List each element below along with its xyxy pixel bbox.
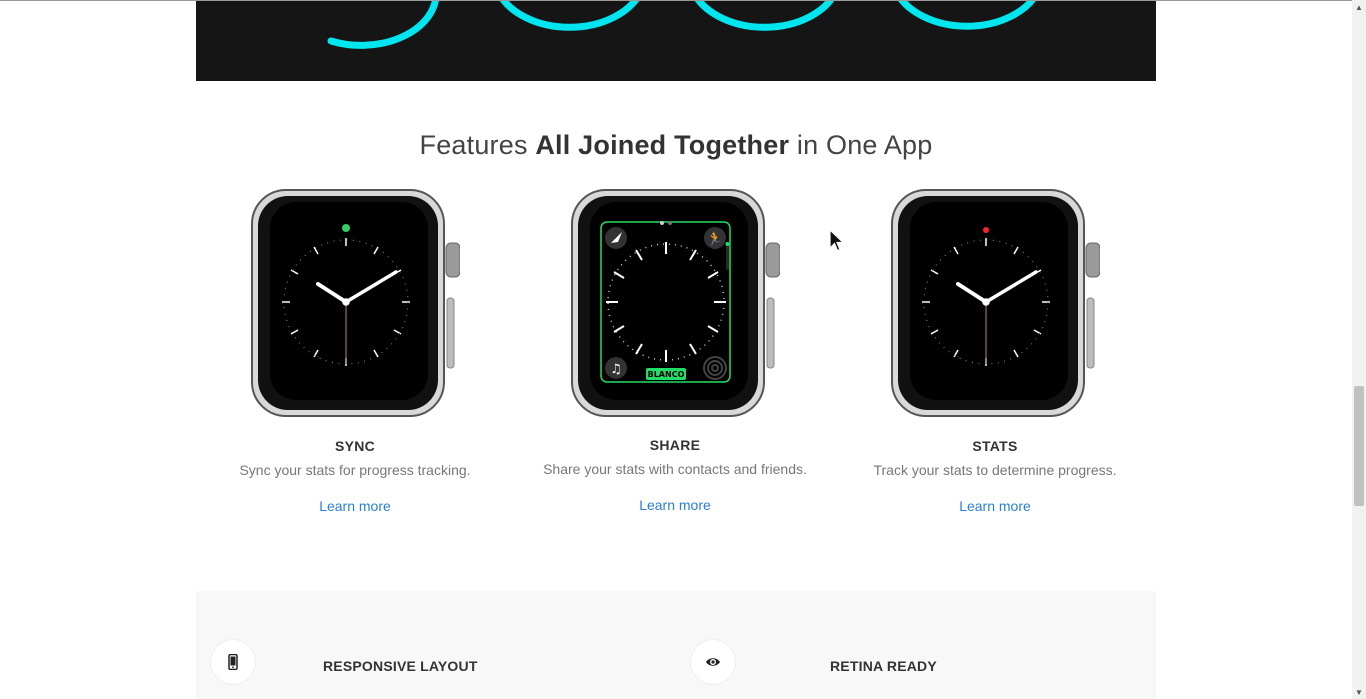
- features-heading-pre: Features: [419, 130, 536, 160]
- feature-share: 🏃 ♫ BLANCO SHARE Share your stats with c…: [515, 188, 835, 528]
- scrollbar-thumb[interactable]: [1354, 386, 1364, 506]
- page-scrollbar[interactable]: ▲ ▼: [1352, 0, 1366, 699]
- highlights-band: RESPONSIVE LAYOUT RETINA READY: [196, 591, 1156, 699]
- activity-rings-graphic: [327, 1, 1036, 49]
- features-heading-bold: All Joined Together: [535, 130, 790, 160]
- ring-arc-1: [327, 1, 439, 49]
- eye-icon: [691, 640, 735, 684]
- mouse-cursor-icon: [829, 229, 845, 252]
- svg-text:♫: ♫: [610, 362, 622, 377]
- learn-more-link[interactable]: Learn more: [195, 498, 515, 514]
- scroll-up-arrow-icon[interactable]: ▲: [1352, 0, 1366, 14]
- ring-arc-2: [499, 1, 640, 31]
- feature-description: Share your stats with contacts and frien…: [543, 461, 807, 477]
- feature-description: Track your stats to determine progress.: [873, 462, 1117, 478]
- feature-title: STATS: [972, 438, 1018, 454]
- feature-title: SYNC: [334, 438, 376, 454]
- highlight-title-responsive: RESPONSIVE LAYOUT: [323, 658, 478, 674]
- feature-description: Sync your stats for progress tracking.: [239, 462, 471, 478]
- features-heading: Features All Joined Together in One App: [196, 130, 1156, 161]
- apple-watch-analog-image: [251, 189, 460, 417]
- feature-title: SHARE: [649, 437, 701, 453]
- apple-watch-analog-image: [891, 189, 1100, 417]
- apple-watch-modular-image: 🏃 ♫ BLANCO: [571, 189, 780, 417]
- feature-sync: SYNC Sync your stats for progress tracki…: [195, 188, 515, 528]
- activity-rings-banner: [196, 1, 1156, 81]
- ring-arc-3: [694, 1, 835, 31]
- features-heading-post: in One App: [789, 130, 933, 160]
- highlight-title-retina: RETINA READY: [830, 658, 937, 674]
- watch-face-label: BLANCO: [648, 370, 685, 379]
- svg-text:🏃: 🏃: [707, 231, 723, 247]
- learn-more-link[interactable]: Learn more: [835, 498, 1155, 514]
- learn-more-link[interactable]: Learn more: [515, 497, 835, 513]
- ring-arc-4: [898, 1, 1036, 30]
- scroll-down-arrow-icon[interactable]: ▼: [1352, 685, 1366, 699]
- mobile-phone-icon: [211, 640, 255, 684]
- feature-stats: STATS Track your stats to determine prog…: [835, 188, 1155, 528]
